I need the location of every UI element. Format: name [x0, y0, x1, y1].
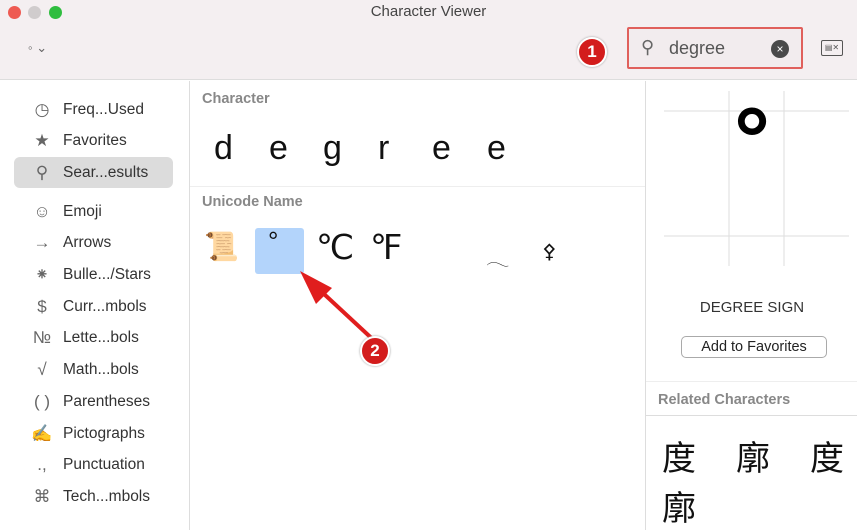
sidebar-item[interactable]: ✍ Pictographs — [14, 418, 173, 449]
sidebar-item-label: Freq...Used — [63, 100, 144, 118]
sidebar-item[interactable]: ., Punctuation — [14, 450, 173, 481]
category-icon: ., — [37, 455, 47, 475]
sidebar-item-label: Favorites — [63, 132, 127, 150]
window-title: Character Viewer — [370, 3, 487, 20]
category-icon: ⌘ — [33, 486, 51, 506]
search-icon: ⚲ — [641, 37, 655, 57]
sidebar-item[interactable]: ⁕ Bulle.../Stars — [14, 260, 173, 291]
toolbar: Character Viewer ◦ ⌄ 1 ⚲ degree × ▤✕ — [0, 0, 857, 80]
view-selector[interactable]: ◦ ⌄ — [28, 40, 47, 56]
sidebar-item-label: Punctuation — [63, 456, 145, 474]
character-cell[interactable]: e — [432, 129, 451, 168]
sidebar-item-label: Curr...mbols — [63, 297, 147, 315]
keyboard-viewer-icon[interactable]: ▤✕ — [821, 40, 843, 56]
clear-search-icon[interactable]: × — [771, 40, 789, 58]
character-header: Character — [202, 91, 270, 107]
sidebar-item[interactable]: → Arrows — [14, 228, 173, 259]
category-icon: ◷ — [34, 99, 50, 119]
character-cell[interactable]: d — [214, 129, 233, 168]
result-character[interactable]: ° — [268, 226, 278, 257]
sidebar-item-label: Emoji — [63, 202, 102, 220]
related-character[interactable]: 廓 — [736, 431, 770, 480]
unicode-name-header: Unicode Name — [202, 194, 303, 210]
sidebar-item-label: Arrows — [63, 234, 112, 252]
related-character[interactable]: 廓 — [662, 481, 696, 530]
category-icon: ★ — [34, 131, 50, 151]
sidebar-item[interactable]: ( ) Parentheses — [14, 386, 173, 417]
result-character[interactable]: 𓂃 — [486, 239, 509, 272]
sidebar-item-label: Pictographs — [63, 424, 145, 442]
sidebar-item-label: Lette...bols — [63, 329, 139, 347]
character-cell[interactable]: g — [323, 129, 342, 168]
category-icon: № — [32, 328, 52, 348]
character-cell[interactable]: r — [378, 129, 389, 168]
sidebar-item-label: Bulle.../Stars — [63, 266, 151, 283]
glyph-preview: ° — [734, 90, 770, 190]
results-pane: Character degree Unicode Name 📜 ° ℃ ℉ 𓂃 ⚴ 2 — [190, 81, 645, 530]
sidebar-item[interactable]: ☺ Emoji — [14, 196, 173, 227]
category-icon: √ — [37, 360, 47, 380]
result-character[interactable]: 📜 — [204, 230, 239, 263]
character-cell[interactable]: e — [487, 129, 506, 168]
detail-pane: ° DEGREE SIGN Add to Favorites Related C… — [645, 81, 857, 530]
related-header: Related Characters — [658, 392, 791, 408]
annotation-badge-1: 1 — [577, 37, 607, 67]
annotation-badge-2: 2 — [360, 336, 390, 366]
sidebar: ◷ Freq...Used ★ Favorites ⚲ Sear...esults ☺ Emo… — [0, 81, 190, 530]
category-icon: ⁕ — [34, 265, 50, 284]
sidebar-item[interactable]: № Lette...bols — [14, 323, 173, 354]
sidebar-item-label: Math...bols — [63, 361, 139, 379]
sidebar-item[interactable]: ⚲ Sear...esults — [14, 157, 173, 189]
category-icon: → — [33, 233, 51, 253]
sidebar-item[interactable]: ⌘ Tech...mbols — [14, 481, 173, 512]
related-character[interactable]: 度 — [810, 431, 844, 480]
related-character[interactable]: 度 — [662, 431, 696, 480]
character-name: DEGREE SIGN — [699, 299, 805, 316]
sidebar-item[interactable]: $ Curr...mbols — [14, 291, 173, 322]
result-character[interactable]: ℃ — [316, 228, 354, 268]
sidebar-item[interactable]: ★ Favorites — [14, 126, 173, 157]
category-icon: ☺ — [33, 201, 51, 221]
sidebar-item[interactable]: ◷ Freq...Used — [14, 94, 173, 125]
category-icon: ( ) — [33, 391, 51, 411]
result-character[interactable]: ℉ — [370, 228, 402, 268]
category-icon: $ — [37, 296, 47, 316]
add-to-favorites-button[interactable]: Add to Favorites — [681, 336, 827, 358]
character-cell[interactable]: e — [269, 129, 288, 168]
category-icon: ✍ — [31, 423, 53, 443]
sidebar-item-label: Parentheses — [63, 392, 151, 410]
sidebar-item-label: Tech...mbols — [63, 487, 151, 505]
result-character[interactable]: ⚴ — [542, 239, 557, 264]
search-field[interactable]: ⚲ degree × — [627, 27, 803, 69]
category-icon: ⚲ — [35, 162, 49, 182]
search-input[interactable]: degree — [669, 38, 725, 59]
sidebar-item-label: Sear...esults — [63, 163, 149, 181]
sidebar-item[interactable]: √ Math...bols — [14, 355, 173, 386]
